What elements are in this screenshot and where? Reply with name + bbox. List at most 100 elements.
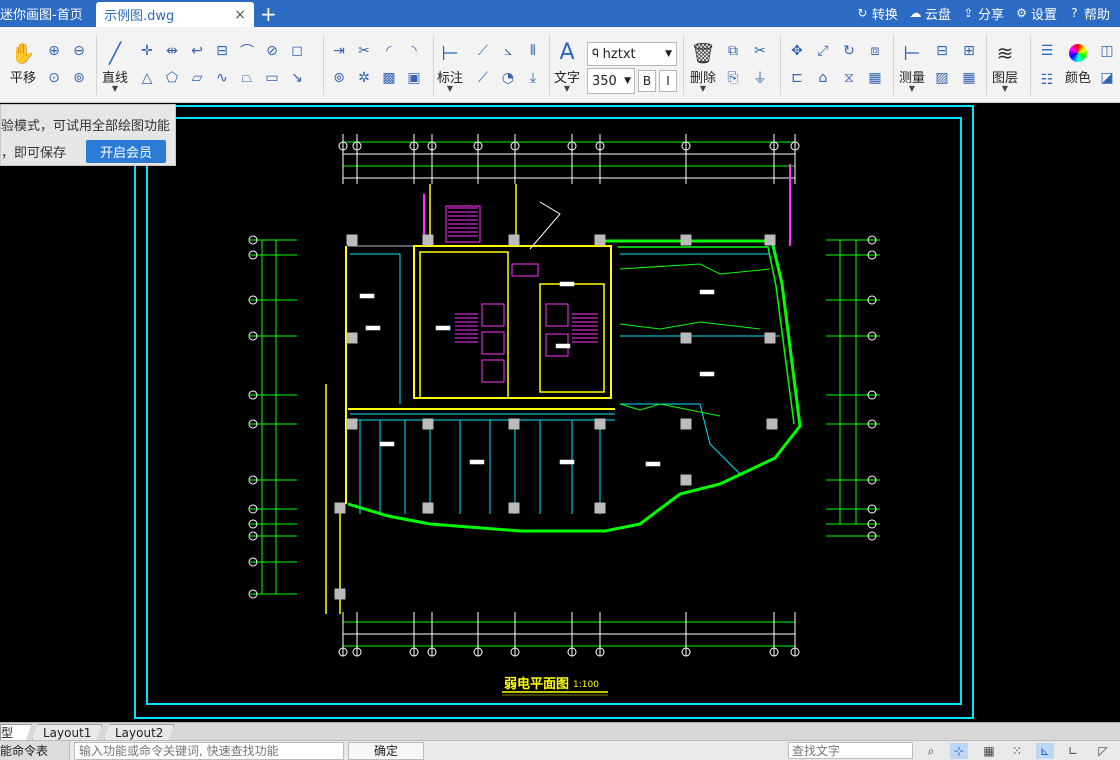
column (422, 234, 434, 246)
tab-model[interactable]: 型 (0, 724, 32, 740)
dimension-button[interactable]: ⊢ 标注 ▼ (437, 41, 463, 93)
tab-active-label: 示例图.dwg (104, 9, 175, 24)
tab-layout1[interactable]: Layout1 (32, 724, 103, 740)
line-button[interactable]: ╱ 直线 ▼ (102, 41, 128, 93)
title-action-1[interactable]: ☁ 云盘 (904, 4, 955, 23)
hatch-icon[interactable]: ▩ (378, 67, 400, 89)
column (680, 474, 692, 486)
chevron-down-icon: ▼ (665, 49, 672, 59)
column (334, 502, 346, 514)
object-snap-icon[interactable]: ◸ (1094, 743, 1112, 759)
divider (549, 35, 550, 95)
leader-icon[interactable]: ⟋ (472, 67, 494, 89)
ellipse-icon[interactable]: ◻ (286, 40, 308, 62)
cad-drawing[interactable]: 弱电平面图 1:100 (0, 104, 1120, 722)
title-action-4[interactable]: ? 帮助 (1063, 4, 1114, 23)
grid-icon[interactable]: ▦ (980, 743, 998, 759)
title-action-label: 设置 (1030, 8, 1057, 23)
dot-grid-icon[interactable]: ⁙ (1008, 743, 1026, 759)
text-a-icon: A (559, 40, 575, 65)
tab-active-drawing[interactable]: 示例图.dwg × (96, 2, 254, 27)
column (680, 234, 692, 246)
offset-icon[interactable]: ⊚ (328, 67, 350, 89)
column (594, 234, 606, 246)
chevron-down-icon: ▼ (446, 84, 454, 93)
parallelogram-icon[interactable]: ▱ (186, 67, 208, 89)
cad-app-window: 迷你画图-首页 示例图.dwg × + ↻ 转换 ☁ 云盘 ⇪ 分享 ⚙ 设置? 帮助 ✋ 平移… (0, 0, 1120, 760)
title-action-3[interactable]: ⚙ 设置 (1010, 4, 1061, 23)
radius-dim-icon[interactable]: ◔ (497, 67, 519, 89)
bold-button[interactable]: B (638, 70, 656, 92)
snap-icon[interactable]: ⊹ (950, 743, 968, 759)
fillet-icon[interactable]: ◜ (378, 40, 400, 62)
ortho-icon[interactable]: ⊾ (1036, 743, 1054, 759)
pan-button[interactable]: ✋ 平移 (10, 41, 36, 86)
aligned-dim-icon[interactable]: ⟋ (472, 40, 494, 62)
drawing-canvas[interactable]: 弱电平面图 1:100 (0, 104, 1120, 722)
tab-layout2[interactable]: Layout2 (104, 724, 175, 740)
column (764, 332, 776, 344)
arc-icon[interactable]: ⊟ (211, 40, 233, 62)
zoom-in-icon[interactable]: ⊕ (43, 40, 65, 62)
move-point-icon[interactable]: ✛ (136, 40, 158, 62)
ordinate-dim-icon[interactable]: ⤓ (522, 67, 544, 89)
trim-icon[interactable]: ✂ (353, 40, 375, 62)
room-label (365, 325, 381, 331)
divider (433, 35, 434, 95)
confirm-button[interactable]: 确定 (348, 741, 424, 760)
text-button[interactable]: A 文字 ▼ (554, 40, 580, 93)
title-action-label: 云盘 (924, 8, 951, 23)
cable-line-green (619, 263, 771, 275)
trapezoid-icon[interactable]: ⏢ (236, 67, 258, 89)
ribbon-toolbar: ✋ 平移 ⊕ ⊖ ⊙ ⊚ ╱ 直线 ▼ ✛ ⇹ ↩ ⊟ ⌒ ⊘ ◻ △ ⬠ ▱ ∿ ⏢ ▭ ↘ ⇥ ✂ ◜ ◝ ⊚… (0, 27, 1120, 103)
add-tab-icon[interactable]: + (254, 0, 283, 27)
column (346, 332, 358, 344)
angle-dim-icon[interactable]: ⦣ (497, 40, 519, 62)
close-icon[interactable]: × (234, 7, 246, 23)
ray-icon[interactable]: ↘ (286, 67, 308, 89)
command-list-label[interactable]: 能命令表 (0, 741, 70, 760)
column (346, 234, 358, 246)
column (508, 418, 520, 430)
zoom-window-icon[interactable]: ⊙ (43, 67, 65, 89)
zoom-out-icon[interactable]: ⊖ (68, 40, 90, 62)
font-size-value: 350 (592, 73, 617, 89)
command-input[interactable] (74, 741, 344, 760)
find-text-input[interactable] (788, 742, 913, 759)
pan-label: 平移 (10, 71, 37, 86)
extend-icon[interactable]: ⇥ (328, 40, 350, 62)
polygon-icon[interactable]: ⬠ (161, 67, 183, 89)
image-icon[interactable]: ▣ (403, 67, 425, 89)
triangle-icon[interactable]: △ (136, 67, 158, 89)
font-size-select[interactable]: 350 ▼ (587, 68, 635, 94)
continue-dim-icon[interactable]: ⫴ (522, 40, 544, 62)
italic-button[interactable]: I (659, 70, 677, 92)
cable-line-green (619, 403, 721, 417)
title-action-2[interactable]: ⇪ 分享 (957, 4, 1008, 23)
drawing-title: 弱电平面图 (504, 676, 569, 692)
search-icon[interactable]: ⌕ (922, 743, 940, 759)
cloud-icon: ☁ (909, 6, 922, 20)
polar-icon[interactable]: ∟ (1064, 743, 1082, 759)
break-icon[interactable]: ↩ (186, 40, 208, 62)
rotate-icon[interactable]: ✲ (353, 67, 375, 89)
chevron-down-icon: ▼ (624, 76, 631, 86)
title-tab-bar: 迷你画图-首页 示例图.dwg × + ↻ 转换 ☁ 云盘 ⇪ 分享 ⚙ 设置? 帮助 (0, 0, 1120, 27)
zoom-extents-icon[interactable]: ⊚ (68, 67, 90, 89)
gear-icon: ⚙ (1016, 6, 1027, 20)
font-select[interactable]: Ꮔ hztxt ▼ (587, 42, 677, 66)
font-value: hztxt (602, 46, 636, 62)
chamfer-icon[interactable]: ◝ (403, 40, 425, 62)
trial-notice: 验模式，可试用全部绘图功能 ，即可保存 开启会员 (0, 104, 176, 166)
open-membership-button[interactable]: 开启会员 (86, 140, 167, 163)
rounded-rect-icon[interactable]: ▭ (261, 67, 283, 89)
circle-icon[interactable]: ⌒ (236, 40, 258, 62)
spline-icon[interactable]: ∿ (211, 67, 233, 89)
stretch-icon[interactable]: ⇹ (161, 40, 183, 62)
rectangle-icon[interactable]: ⊘ (261, 40, 283, 62)
title-action-0[interactable]: ↻ 转换 (851, 4, 902, 23)
tab-home[interactable]: 迷你画图-首页 (0, 0, 92, 27)
column (422, 418, 434, 430)
room-label (559, 459, 575, 465)
elevator-car (481, 303, 505, 327)
